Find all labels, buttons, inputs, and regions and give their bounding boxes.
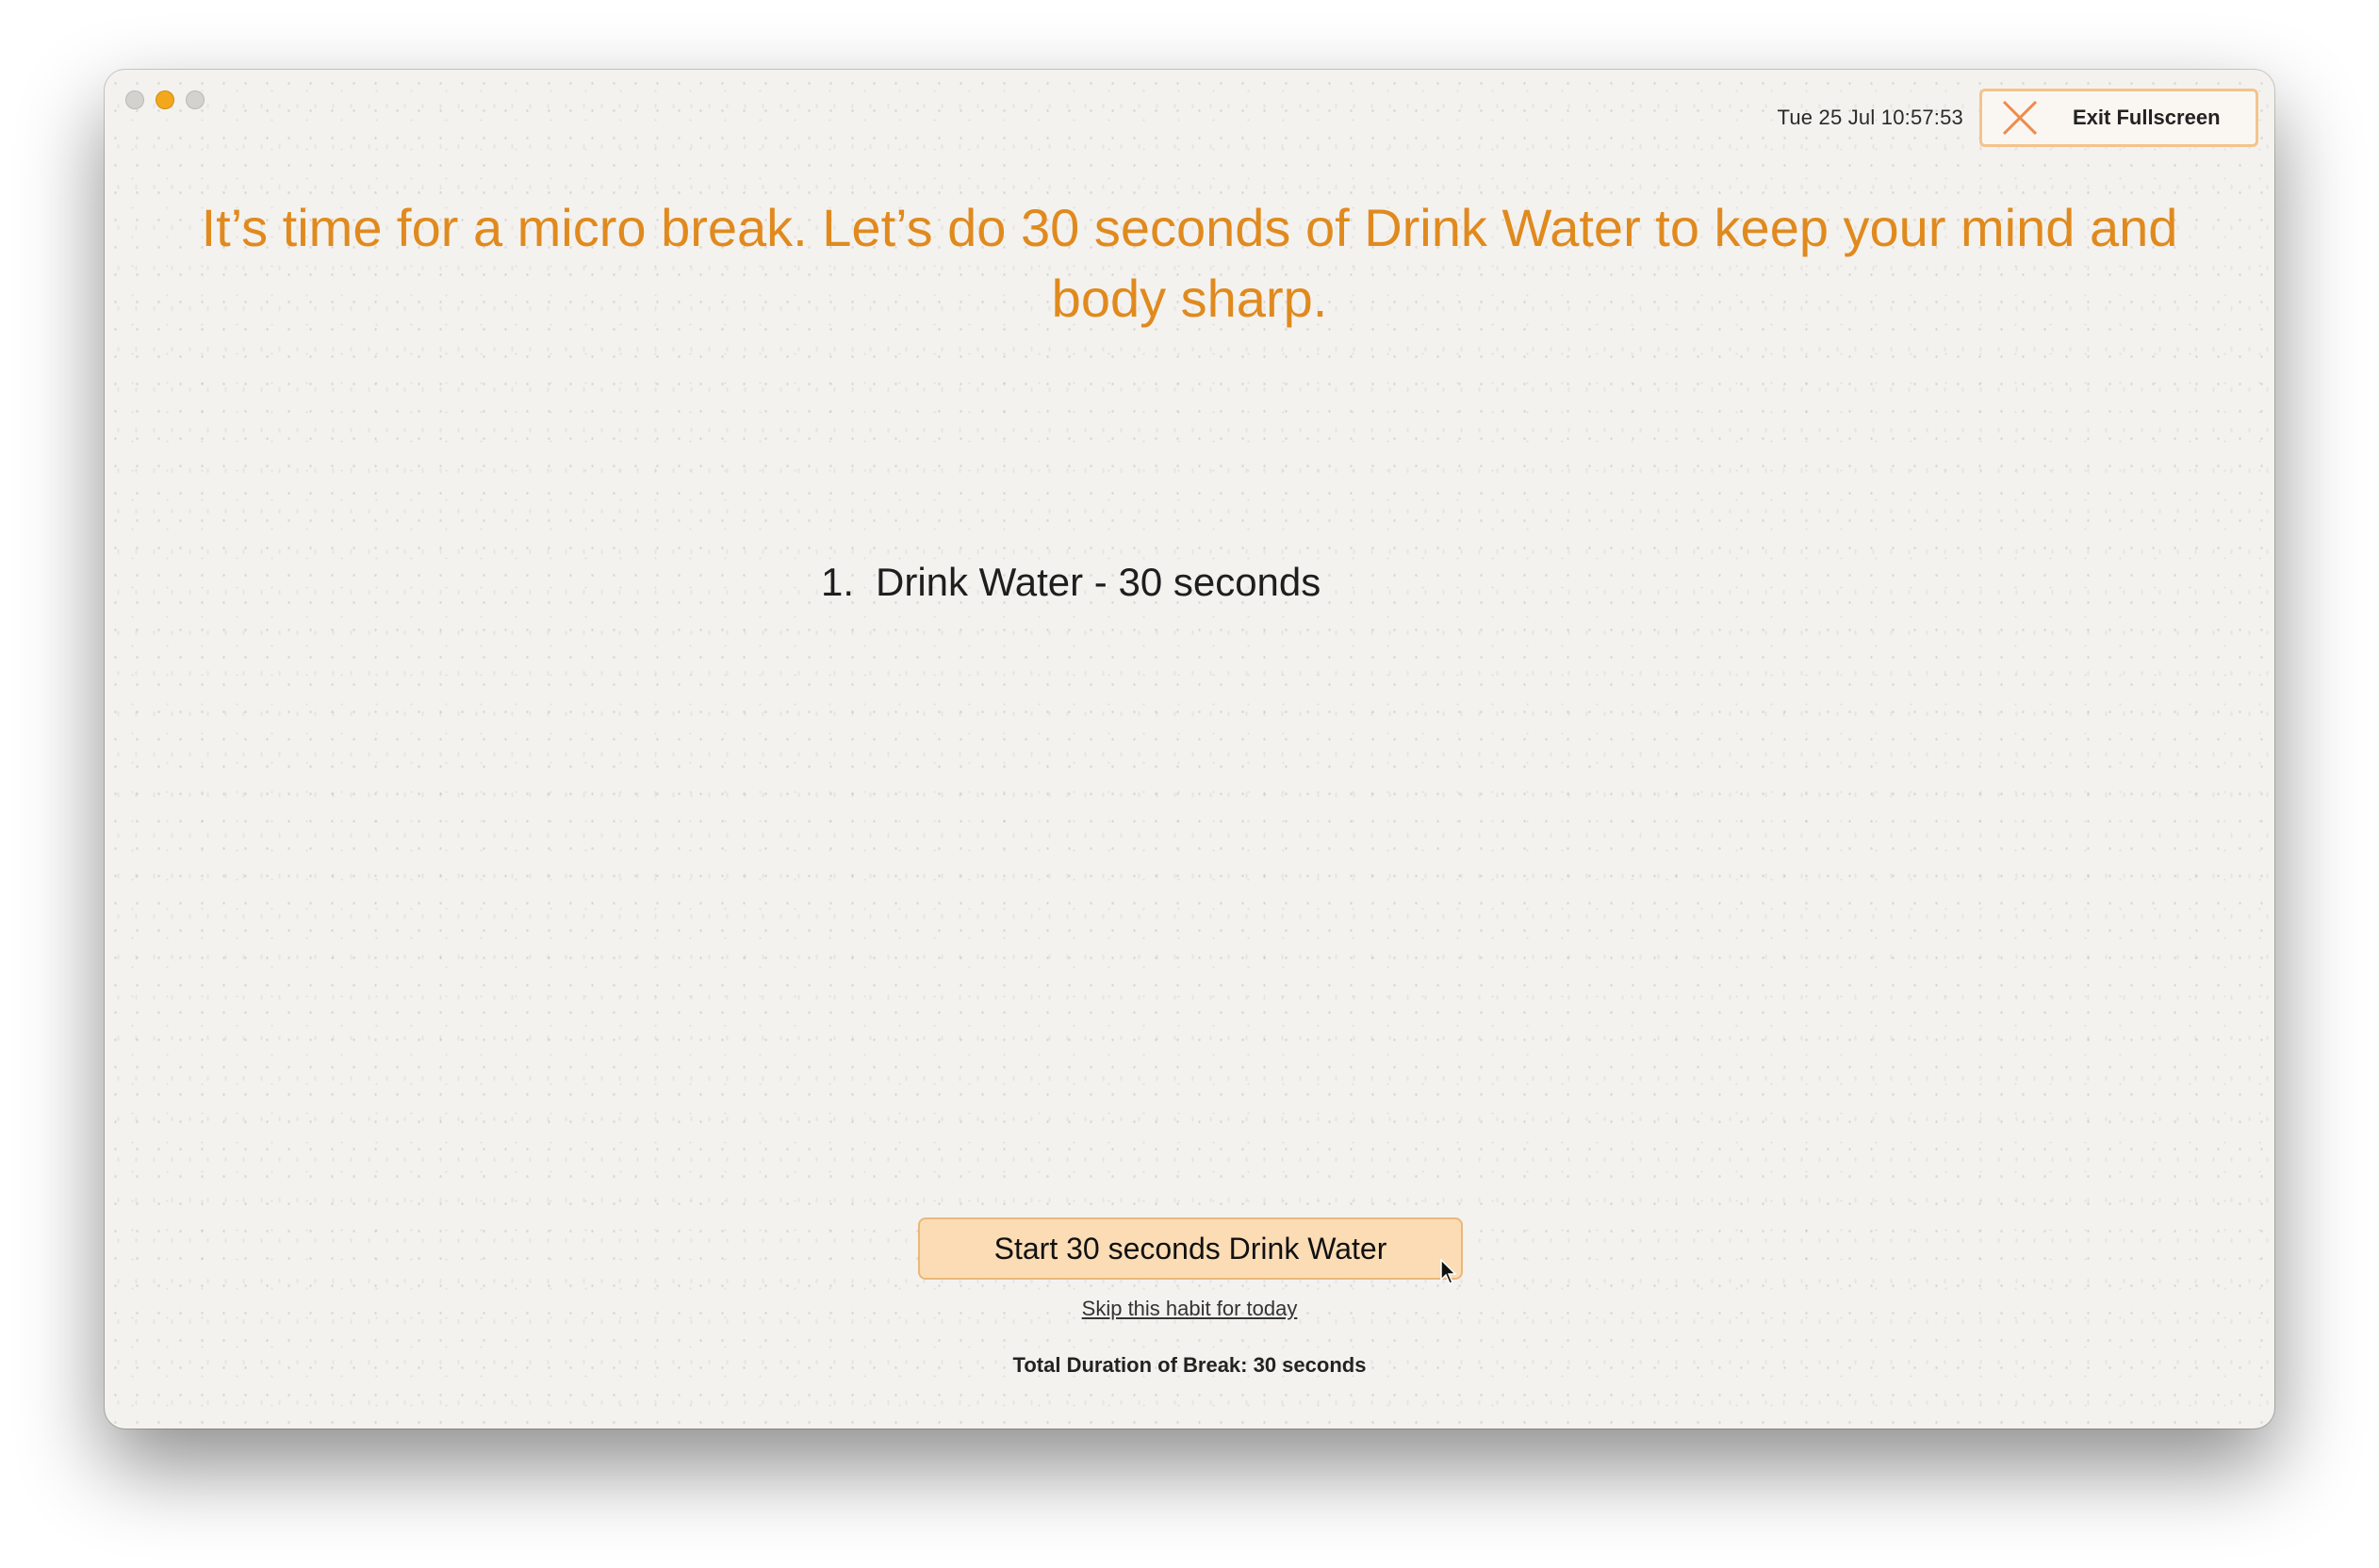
break-window: Tue 25 Jul 10:57:53 Exit Fullscreen It’s…: [105, 70, 2274, 1429]
exit-fullscreen-label: Exit Fullscreen: [2073, 106, 2221, 129]
mouse-pointer-icon: [1440, 1259, 1457, 1284]
start-habit-button[interactable]: Start 30 seconds Drink Water: [918, 1217, 1463, 1280]
habit-label: Drink Water - 30 seconds: [876, 560, 1321, 604]
window-controls: [125, 90, 205, 109]
habit-number: 1.: [821, 560, 855, 604]
list-item: 1. Drink Water - 30 seconds: [821, 560, 1321, 605]
close-x-icon: [1999, 97, 2041, 139]
minimize-window-button[interactable]: [156, 90, 174, 109]
skip-habit-link[interactable]: Skip this habit for today: [105, 1297, 2274, 1321]
break-headline: It’s time for a micro break. Let’s do 30…: [201, 198, 2178, 328]
habit-list: 1. Drink Water - 30 seconds: [821, 560, 1321, 605]
date-time-display: Tue 25 Jul 10:57:53: [1777, 106, 1963, 129]
zoom-window-button[interactable]: [186, 90, 205, 109]
total-duration: Total Duration of Break: 30 seconds: [1012, 1353, 1367, 1377]
close-window-button[interactable]: [125, 90, 144, 109]
exit-fullscreen-button[interactable]: Exit Fullscreen: [1979, 89, 2258, 147]
